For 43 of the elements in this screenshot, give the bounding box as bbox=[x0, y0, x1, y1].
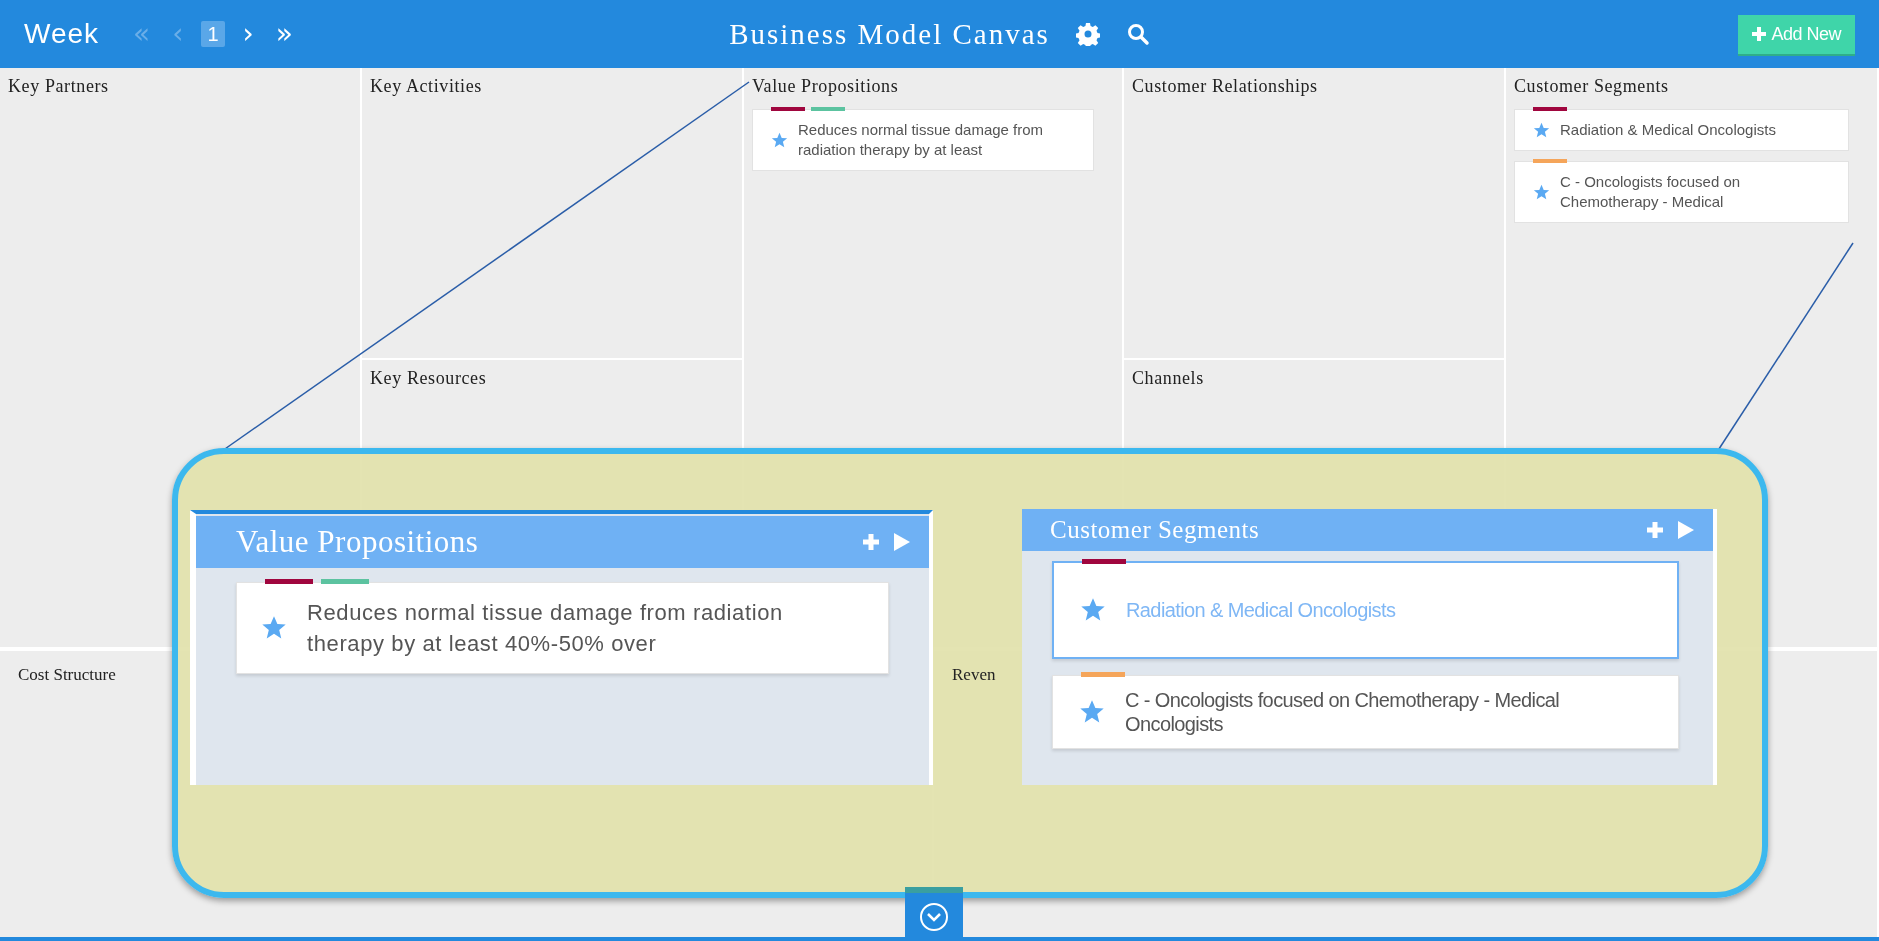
star-icon bbox=[771, 131, 788, 149]
note-card[interactable]: Radiation & Medical Oncologists bbox=[1052, 561, 1679, 659]
panel-title: Value Propositions bbox=[236, 524, 479, 560]
period-label: Week bbox=[24, 18, 100, 50]
play-icon[interactable] bbox=[891, 532, 911, 552]
note-card[interactable]: C - Oncologists focused on Chemotherapy - Medical bbox=[1514, 161, 1849, 223]
star-icon bbox=[1080, 597, 1106, 623]
star-icon bbox=[1079, 699, 1105, 725]
page-number[interactable]: 1 bbox=[201, 21, 225, 47]
plus-icon[interactable] bbox=[861, 532, 881, 552]
pager-button[interactable]: › bbox=[238, 20, 258, 48]
search-icon[interactable] bbox=[1125, 22, 1150, 46]
play-icon[interactable] bbox=[1675, 520, 1695, 540]
star-icon bbox=[261, 615, 287, 641]
block-heading: Key Resources bbox=[370, 367, 488, 390]
block-heading: Channels bbox=[1132, 367, 1205, 390]
plus-icon bbox=[1752, 27, 1767, 41]
block-heading: Key Activities bbox=[370, 76, 483, 98]
card-text: Radiation & Medical Oncologists bbox=[1560, 120, 1776, 140]
block-heading: Customer Segments bbox=[1514, 76, 1670, 98]
star-icon bbox=[1533, 183, 1550, 201]
card-text: Reduces normal tissue damage from radiation therapy by at least bbox=[798, 120, 1045, 160]
chevron-down-icon bbox=[918, 901, 950, 933]
pager-button[interactable]: » bbox=[271, 20, 297, 48]
block-heading: Cost Structure bbox=[17, 664, 116, 687]
card-text: C - Oncologists focused on Chemotherapy - Medical bbox=[1560, 172, 1742, 212]
panel-title: Customer Segments bbox=[1050, 516, 1260, 544]
card-text: Radiation & Medical Oncologists bbox=[1126, 598, 1396, 622]
note-card[interactable]: Radiation & Medical Oncologists bbox=[1514, 109, 1849, 151]
add-new-button[interactable]: Add New bbox=[1738, 14, 1855, 54]
block-heading: Value Propositions bbox=[752, 76, 900, 98]
star-icon bbox=[1533, 121, 1550, 139]
card-text: Reduces normal tissue damage from radiation therapy by at least 40%-50% over bbox=[307, 599, 784, 658]
block-heading: Reven bbox=[951, 664, 996, 687]
settings-icon[interactable] bbox=[1075, 22, 1100, 46]
note-card[interactable]: Reduces normal tissue damage from radiation therapy by at least bbox=[752, 109, 1094, 171]
plus-icon[interactable] bbox=[1645, 520, 1665, 540]
block-heading: Key Partners bbox=[8, 76, 110, 98]
block-heading: Customer Relationships bbox=[1132, 76, 1319, 98]
page-title: Business Model Canvas bbox=[729, 17, 1050, 51]
note-card[interactable]: C - Oncologists focused on Chemotherapy - Medical Oncologists bbox=[1052, 675, 1679, 749]
card-text: C - Oncologists focused on Chemotherapy - Medical Oncologists bbox=[1125, 688, 1561, 736]
note-card[interactable]: Reduces normal tissue damage from radiation therapy by at least 40%-50% over bbox=[236, 582, 889, 674]
